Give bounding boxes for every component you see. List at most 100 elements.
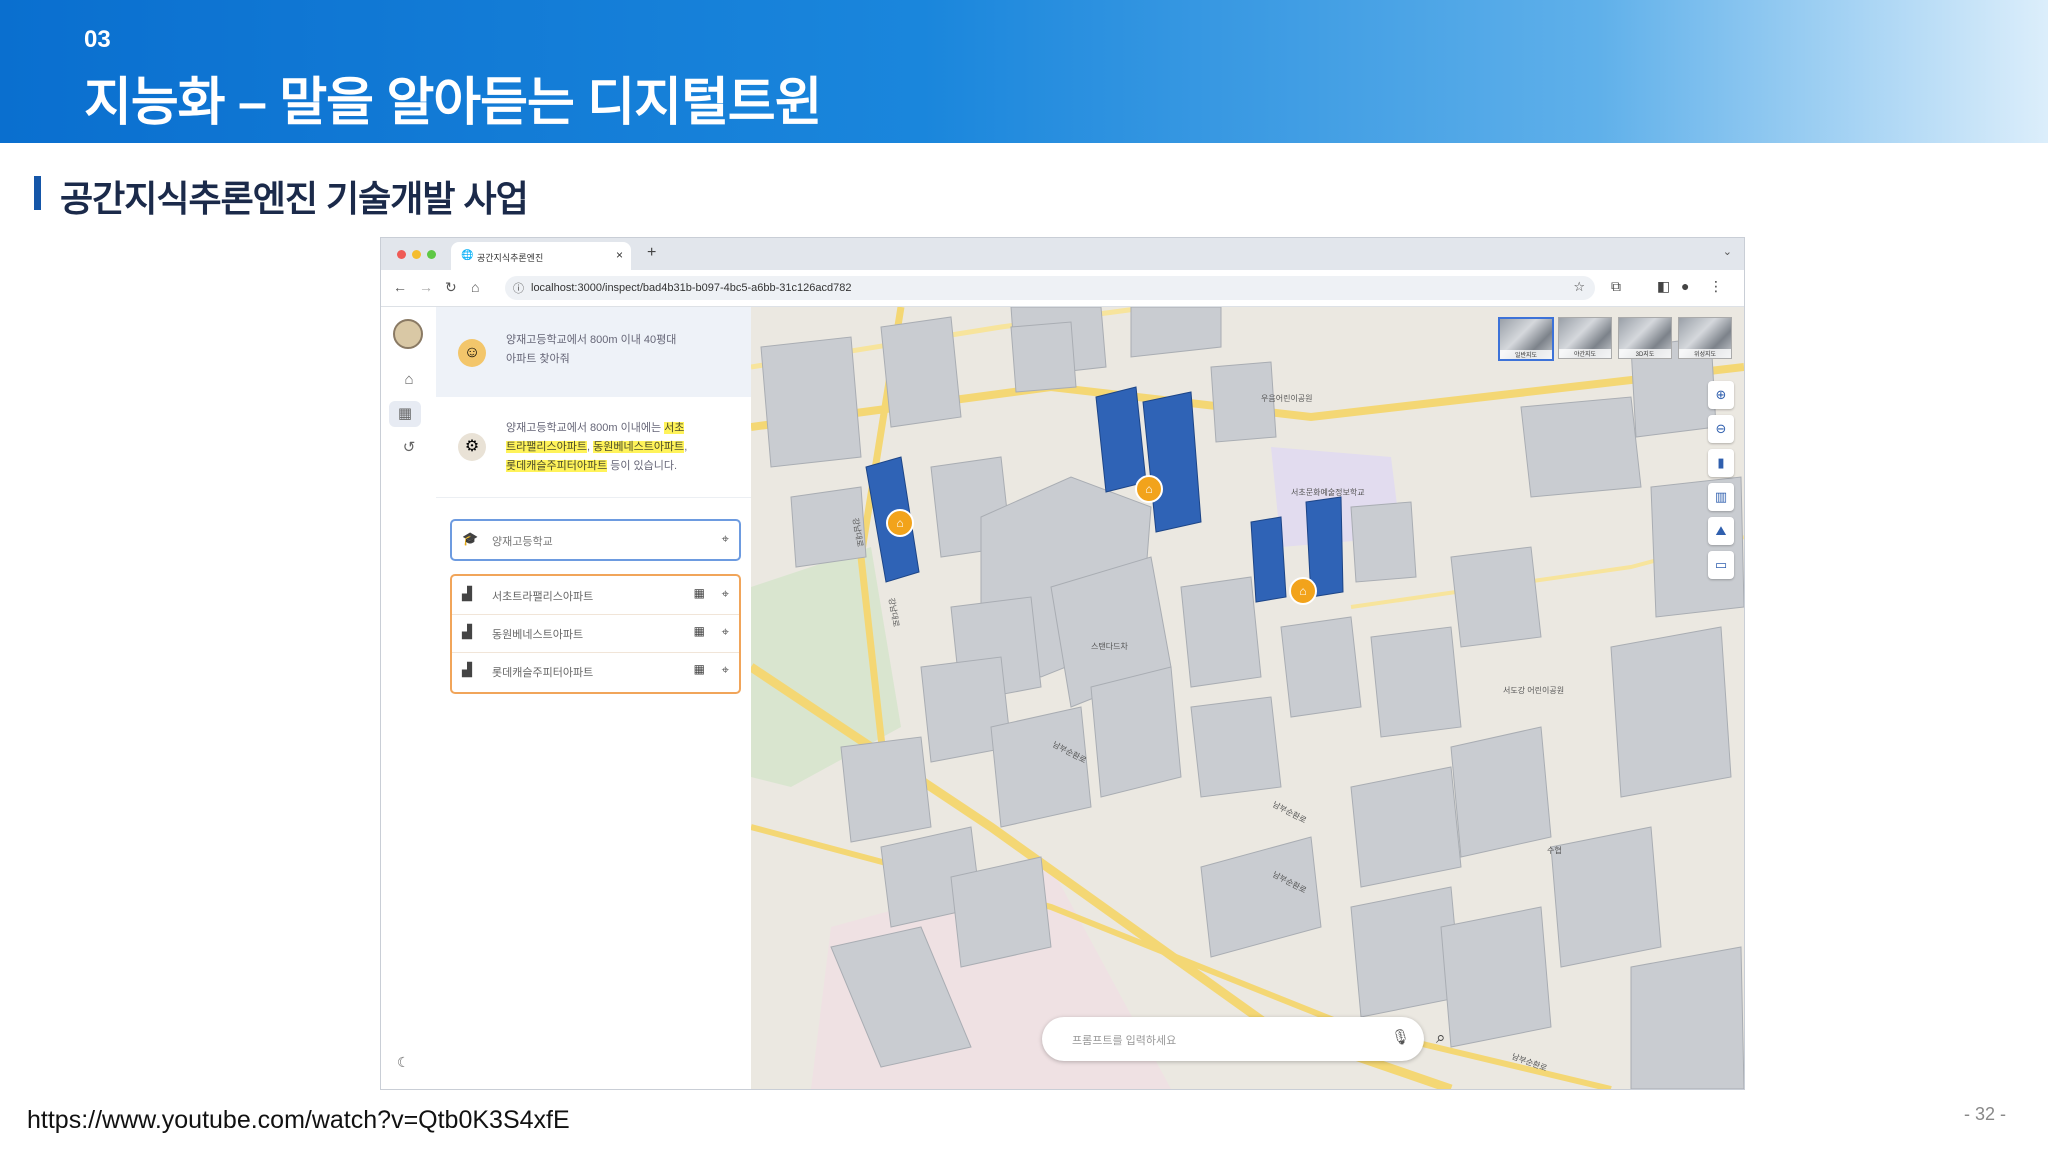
user-message: ☺ 양재고등학교에서 800m 이내 40평대 아파트 찾아줘 bbox=[436, 307, 751, 397]
basemap-switcher: 일반지도 야간지도 3D지도 위성지도 bbox=[1498, 317, 1736, 361]
home-nav-icon[interactable]: ⌂ bbox=[395, 367, 423, 393]
bookmark-star-icon[interactable]: ☆ bbox=[1573, 279, 1585, 295]
answer-highlight: 동원베네스트아파트 bbox=[593, 441, 685, 453]
assistant-message: ⚙ 양재고등학교에서 800m 이내에는 서초트라팰리스아파트, 동원베네스트아… bbox=[436, 397, 751, 498]
map-3d-view[interactable]: 일반지도 야간지도 3D지도 위성지도 ⊕ ⊖ ▮ ▥ ⛰ ▭ ⌂ ⌂ ⌂ 우음… bbox=[751, 307, 1744, 1089]
terrain-icon[interactable]: ⛰ bbox=[1708, 517, 1734, 545]
building-icon: ▟ bbox=[462, 586, 472, 601]
map-canvas[interactable] bbox=[751, 307, 1744, 1089]
browser-window: 🌐 공간지식추론엔진 × + ⌄ ← → ↻ ⌂ ⓘ localhost:300… bbox=[380, 237, 1745, 1090]
tab-bar: 🌐 공간지식추론엔진 × + ⌄ bbox=[381, 238, 1744, 270]
sidebar-icon[interactable]: ◧ bbox=[1657, 278, 1670, 295]
answer-highlight: 트라팰리스아파트 bbox=[506, 441, 587, 453]
result-row[interactable]: ▟ 동원베네스트아파트 ▦ ⌖ bbox=[452, 614, 739, 653]
tab-title: 공간지식추론엔진 bbox=[477, 253, 544, 263]
answer-highlight: 서초 bbox=[664, 422, 685, 434]
browser-tab[interactable]: 🌐 공간지식추론엔진 × bbox=[451, 242, 631, 270]
table-nav-icon[interactable]: ▦ bbox=[389, 401, 421, 427]
answer-text: 등이 있습니다. bbox=[607, 460, 678, 472]
basemap-option[interactable]: 3D지도 bbox=[1618, 317, 1672, 359]
header-banner: 03 지능화 – 말을 알아듣는 디지털트윈 bbox=[0, 0, 2048, 143]
globe-icon: 🌐 bbox=[461, 250, 474, 261]
locate-icon[interactable]: ⌖ bbox=[722, 624, 729, 640]
history-nav-icon[interactable]: ↺ bbox=[395, 435, 423, 461]
close-window-dot[interactable] bbox=[397, 250, 406, 259]
profile-icon[interactable]: ● bbox=[1681, 278, 1689, 294]
basemap-label: 위성지도 bbox=[1679, 349, 1731, 358]
user-avatar: ☺ bbox=[458, 339, 486, 367]
minimize-window-dot[interactable] bbox=[412, 250, 421, 259]
map-label: 스탠다드차 bbox=[1091, 642, 1128, 651]
basemap-label: 3D지도 bbox=[1619, 349, 1671, 358]
result-row[interactable]: ▟ 롯데캐슬주피터아파트 ▦ ⌖ bbox=[452, 652, 739, 690]
site-info-icon[interactable]: ⓘ bbox=[513, 280, 524, 296]
map-label: 서도강 어린이공원 bbox=[1503, 686, 1565, 695]
new-tab-button[interactable]: + bbox=[647, 244, 656, 262]
tab-search-icon[interactable]: ⌄ bbox=[1723, 245, 1732, 258]
image-layer-icon[interactable]: ▭ bbox=[1708, 551, 1734, 579]
basemap-option[interactable]: 야간지도 bbox=[1558, 317, 1612, 359]
user-message-text: 양재고등학교에서 800m 이내 40평대 아파트 찾아줘 bbox=[506, 331, 676, 369]
building-icon: ▟ bbox=[462, 662, 472, 677]
basemap-label: 야간지도 bbox=[1559, 349, 1611, 358]
basemap-option[interactable]: 위성지도 bbox=[1678, 317, 1732, 359]
map-label: 수협 bbox=[1547, 846, 1562, 855]
prompt-input[interactable]: 프롬프트를 입력하세요 🎙 bbox=[1042, 1017, 1424, 1061]
answer-text: 양재고등학교에서 800m 이내에는 bbox=[506, 422, 665, 434]
locate-icon[interactable]: ⌖ bbox=[722, 531, 729, 547]
section-number: 03 bbox=[84, 26, 111, 53]
floorplan-icon[interactable]: ▦ bbox=[694, 662, 705, 676]
basemap-label: 일반지도 bbox=[1500, 350, 1552, 359]
map-layer-icon[interactable]: ▮ bbox=[1708, 449, 1734, 477]
slide-subtitle: 공간지식추론엔진 기술개발 사업 bbox=[60, 178, 529, 219]
answer-text: , bbox=[684, 441, 688, 453]
result-name: 롯데캐슬주피터아파트 bbox=[492, 667, 594, 679]
back-icon[interactable]: ← bbox=[393, 279, 407, 295]
subtitle-marker bbox=[34, 176, 41, 210]
zoom-in-icon[interactable]: ⊕ bbox=[1708, 381, 1734, 409]
app-logo bbox=[393, 319, 423, 349]
forward-icon[interactable]: → bbox=[419, 279, 433, 295]
zoom-out-icon[interactable]: ⊖ bbox=[1708, 415, 1734, 443]
assistant-message-text: 양재고등학교에서 800m 이내에는 서초트라팰리스아파트, 동원베네스트아파트… bbox=[506, 419, 736, 476]
locate-icon[interactable]: ⌖ bbox=[722, 586, 729, 602]
result-name: 서초트라팰리스아파트 bbox=[492, 591, 594, 603]
map-label: 서초문화예술정보학교 bbox=[1291, 488, 1365, 497]
apartment-pin[interactable]: ⌂ bbox=[886, 509, 914, 537]
reload-icon[interactable]: ↻ bbox=[445, 279, 457, 296]
search-icon[interactable]: ⌕ bbox=[1436, 1028, 1446, 1048]
prompt-placeholder: 프롬프트를 입력하세요 bbox=[1072, 1035, 1177, 1047]
school-icon: 🎓 bbox=[462, 531, 479, 546]
extensions-icon[interactable]: ⧉ bbox=[1611, 278, 1621, 295]
user-message-line2: 아파트 찾아줘 bbox=[506, 353, 570, 365]
building-layer-icon[interactable]: ▥ bbox=[1708, 483, 1734, 511]
home-icon[interactable]: ⌂ bbox=[471, 279, 479, 295]
result-name: 동원베네스트아파트 bbox=[492, 629, 584, 641]
browser-toolbar: ← → ↻ ⌂ ⓘ localhost:3000/inspect/bad4b31… bbox=[381, 270, 1744, 307]
result-list: ▟ 서초트라팰리스아파트 ▦ ⌖ ▟ 동원베네스트아파트 ▦ ⌖ ▟ 롯데캐슬주… bbox=[450, 574, 741, 694]
microphone-icon[interactable]: 🎙 bbox=[1391, 1028, 1410, 1046]
menu-icon[interactable]: ⋮ bbox=[1709, 278, 1723, 295]
source-url[interactable]: https://www.youtube.com/watch?v=Qtb0K3S4… bbox=[27, 1106, 570, 1135]
building-icon: ▟ bbox=[462, 624, 472, 639]
result-row[interactable]: ▟ 서초트라팰리스아파트 ▦ ⌖ bbox=[452, 576, 739, 615]
close-tab-icon[interactable]: × bbox=[616, 248, 623, 262]
dark-mode-icon[interactable]: ☾ bbox=[397, 1054, 410, 1071]
user-message-line1: 양재고등학교에서 800m 이내 40평대 bbox=[506, 334, 677, 346]
floorplan-icon[interactable]: ▦ bbox=[694, 586, 705, 600]
chat-panel: ☺ 양재고등학교에서 800m 이내 40평대 아파트 찾아줘 ⚙ 양재고등학교… bbox=[436, 307, 752, 1089]
place-search-field[interactable]: 🎓 양재고등학교 ⌖ bbox=[450, 519, 741, 561]
apartment-pin[interactable]: ⌂ bbox=[1135, 475, 1163, 503]
apartment-pin[interactable]: ⌂ bbox=[1289, 577, 1317, 605]
app-sidebar: ⌂ ▦ ↺ ☾ bbox=[381, 307, 437, 1089]
page-number: - 32 - bbox=[1963, 1104, 2006, 1124]
maximize-window-dot[interactable] bbox=[427, 250, 436, 259]
basemap-option[interactable]: 일반지도 bbox=[1498, 317, 1554, 361]
locate-icon[interactable]: ⌖ bbox=[722, 662, 729, 678]
address-bar[interactable]: ⓘ localhost:3000/inspect/bad4b31b-b097-4… bbox=[505, 276, 1595, 300]
map-controls: ⊕ ⊖ ▮ ▥ ⛰ ▭ bbox=[1708, 381, 1734, 585]
map-label: 우음어린이공원 bbox=[1261, 394, 1313, 403]
url-text: localhost:3000/inspect/bad4b31b-b097-4bc… bbox=[531, 282, 852, 294]
floorplan-icon[interactable]: ▦ bbox=[694, 624, 705, 638]
assistant-avatar: ⚙ bbox=[458, 433, 486, 461]
